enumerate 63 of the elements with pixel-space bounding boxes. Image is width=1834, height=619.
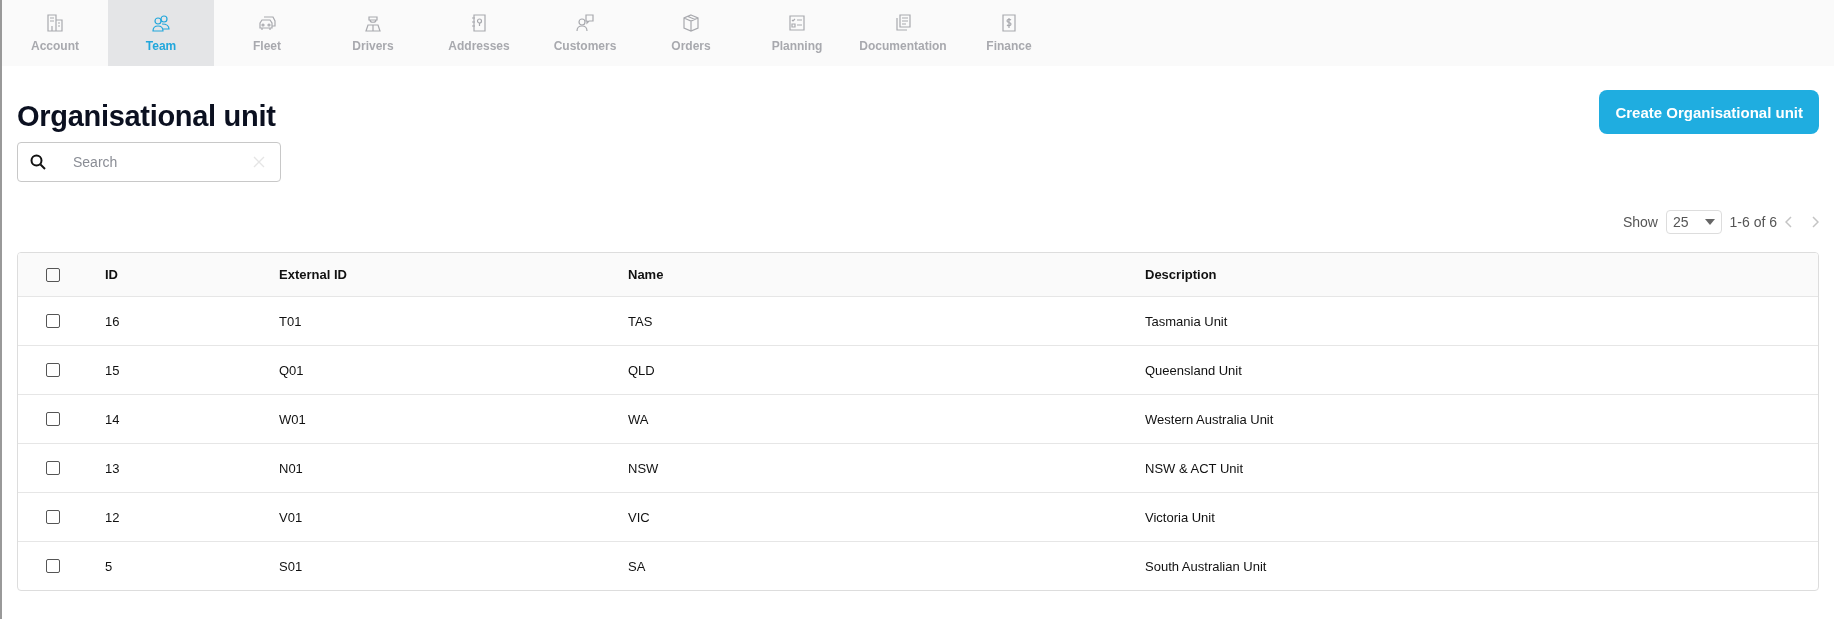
row-checkbox[interactable]: [46, 510, 60, 524]
documents-icon: [893, 13, 913, 33]
nav-tab[interactable]: Customers: [532, 0, 638, 66]
column-header[interactable]: ID: [105, 267, 118, 282]
table-cell: Victoria Unit: [1145, 509, 1215, 525]
table-cell: SA: [628, 558, 646, 574]
cars-icon: [257, 13, 277, 33]
table-cell: N01: [279, 460, 303, 476]
row-checkbox[interactable]: [46, 363, 60, 377]
table-cell: Tasmania Unit: [1145, 313, 1228, 329]
table-cell: 12: [105, 509, 120, 525]
table-cell: S01: [279, 558, 303, 574]
select-all-checkbox[interactable]: [46, 267, 60, 282]
table-cell: TAS: [628, 313, 653, 329]
dollar-icon: [999, 13, 1019, 33]
row-checkbox[interactable]: [46, 461, 60, 475]
table-cell: 15: [105, 362, 120, 378]
table-cell: WA: [628, 411, 649, 427]
page-title: Organisational unit: [17, 100, 276, 133]
nav-tab[interactable]: Finance: [956, 0, 1062, 66]
table-cell: V01: [279, 509, 303, 525]
people-icon: [151, 13, 171, 33]
table-cell: 5: [105, 558, 113, 574]
table-cell: 13: [105, 460, 120, 476]
create-button[interactable]: Create Organisational unit: [1599, 90, 1819, 134]
search-field[interactable]: Search: [17, 142, 281, 182]
table-cell: W01: [279, 411, 306, 427]
row-checkbox[interactable]: [46, 412, 60, 426]
table-cell: NSW: [628, 460, 659, 476]
person-cap-icon: [363, 13, 383, 33]
column-header[interactable]: Name: [628, 267, 664, 282]
nav-tab[interactable]: Team: [108, 0, 214, 66]
column-header[interactable]: External ID: [279, 267, 347, 282]
search-icon: [30, 154, 46, 170]
table-cell: Western Australia Unit: [1145, 411, 1274, 427]
table-cell: 14: [105, 411, 120, 427]
checklist-icon: [787, 13, 807, 33]
nav-tab[interactable]: Fleet: [214, 0, 320, 66]
page-size-select[interactable]: 25: [1665, 210, 1722, 234]
nav-tab[interactable]: Addresses: [426, 0, 532, 66]
row-checkbox[interactable]: [46, 314, 60, 328]
page-range: 1-6 of 6: [1729, 214, 1777, 230]
nav-tab[interactable]: Account: [2, 0, 108, 66]
table-cell: Q01: [279, 362, 304, 378]
table-cell: NSW & ACT Unit: [1145, 460, 1243, 476]
table-cell: Queensland Unit: [1145, 362, 1242, 378]
building-icon: [45, 13, 65, 33]
table-cell: VIC: [628, 509, 650, 525]
table-cell: QLD: [628, 362, 655, 378]
nav-tab[interactable]: Planning: [744, 0, 850, 66]
address-book-icon: [469, 13, 489, 33]
box-icon: [681, 13, 701, 33]
column-header[interactable]: Description: [1145, 267, 1217, 282]
person-chat-icon: [575, 13, 595, 33]
nav-tab[interactable]: Orders: [638, 0, 744, 66]
show-label: Show: [1622, 214, 1658, 230]
row-checkbox[interactable]: [46, 559, 60, 573]
table-cell: South Australian Unit: [1145, 558, 1267, 574]
table-cell: 16: [105, 313, 120, 329]
nav-tab[interactable]: Documentation: [850, 0, 956, 66]
dropdown-caret-icon: [1704, 219, 1715, 225]
nav-tab[interactable]: Drivers: [320, 0, 426, 66]
table-cell: T01: [279, 313, 302, 329]
